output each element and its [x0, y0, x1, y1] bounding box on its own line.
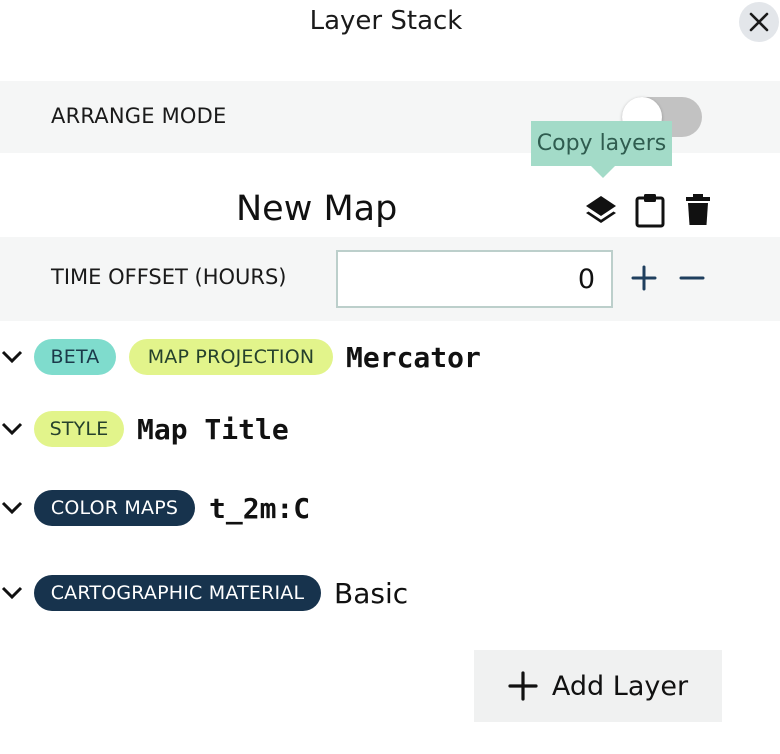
copy-layers-tooltip: Copy layers [531, 121, 672, 166]
layer-row-style[interactable]: STYLE Map Title [0, 409, 780, 449]
layer-value: t_2m:C [209, 492, 311, 525]
chevron-down-icon [1, 350, 23, 364]
chevron-down-icon [1, 422, 23, 436]
chevron-down-icon [1, 501, 23, 515]
layers-icon [586, 196, 616, 223]
add-layer-button[interactable]: Add Layer [474, 650, 722, 722]
layer-row-color-maps[interactable]: COLOR MAPS t_2m:C [0, 488, 780, 528]
layer-row-projection[interactable]: BETA MAP PROJECTION Mercator [0, 337, 780, 377]
close-button[interactable] [739, 2, 779, 42]
clipboard-icon [635, 194, 665, 228]
map-projection-badge: MAP PROJECTION [129, 339, 333, 375]
expand-chevron[interactable] [0, 346, 24, 368]
decrement-button[interactable] [675, 261, 709, 295]
expand-chevron[interactable] [0, 418, 24, 440]
close-icon [749, 12, 769, 32]
add-layer-label: Add Layer [551, 670, 689, 702]
chevron-down-icon [1, 586, 23, 600]
arrange-mode-label: ARRANGE MODE [51, 104, 227, 128]
expand-chevron[interactable] [0, 582, 24, 604]
plus-icon [508, 671, 538, 701]
color-maps-badge: COLOR MAPS [34, 490, 195, 526]
cartographic-material-badge: CARTOGRAPHIC MATERIAL [34, 575, 321, 611]
time-offset-label: TIME OFFSET (HOURS) [51, 265, 287, 289]
layer-row-cartographic[interactable]: CARTOGRAPHIC MATERIAL Basic [0, 573, 780, 613]
style-badge: STYLE [34, 411, 124, 447]
panel-title: Layer Stack [309, 6, 463, 36]
time-offset-row: TIME OFFSET (HOURS) [0, 237, 780, 321]
layer-value: Basic [334, 577, 409, 610]
expand-chevron[interactable] [0, 497, 24, 519]
paste-layers-button[interactable] [633, 192, 667, 228]
increment-button[interactable] [627, 261, 661, 295]
copy-layers-button[interactable] [584, 192, 618, 228]
layer-value: Map Title [137, 413, 289, 446]
map-title: New Map [236, 189, 398, 229]
minus-icon [679, 276, 705, 280]
trash-icon [686, 194, 710, 225]
tooltip-arrow [591, 166, 615, 178]
delete-map-button[interactable] [681, 192, 715, 228]
plus-icon [631, 265, 657, 291]
time-offset-input[interactable] [336, 250, 613, 308]
layer-value: Mercator [346, 341, 481, 374]
beta-badge: BETA [34, 339, 116, 375]
